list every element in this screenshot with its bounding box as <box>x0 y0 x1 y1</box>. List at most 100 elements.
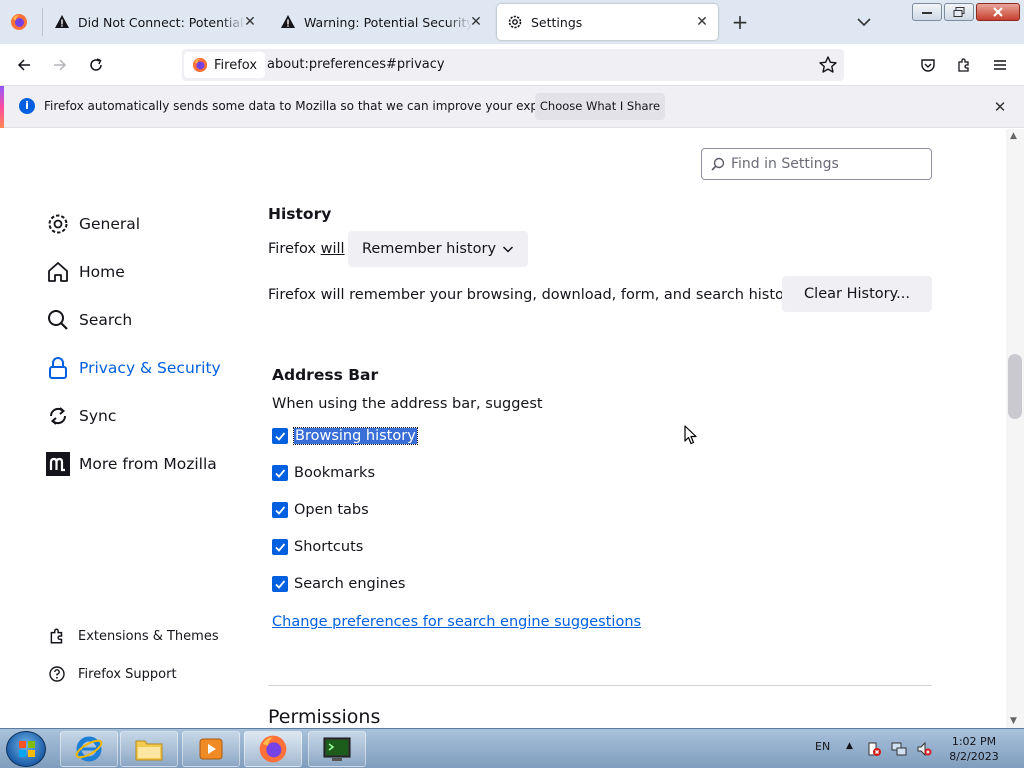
sync-icon <box>46 404 70 428</box>
history-description: Firefox will remember your browsing, dow… <box>268 287 802 303</box>
show-hidden-icons-icon[interactable]: ▲ <box>846 741 853 751</box>
taskbar-firefox[interactable] <box>244 731 302 767</box>
chevron-down-icon <box>503 246 514 253</box>
sidebar-item-label: Extensions & Themes <box>78 628 219 644</box>
network-icon[interactable] <box>891 741 907 757</box>
arrow-left-icon <box>17 59 30 71</box>
sidebar-item-label: General <box>79 215 141 233</box>
checkbox-browsing-history[interactable]: Browsing history <box>272 425 418 447</box>
taskbar-media-player[interactable] <box>182 731 240 767</box>
warning-icon <box>54 14 70 30</box>
checkbox-bookmarks[interactable]: Bookmarks <box>272 462 375 484</box>
taskbar-file-explorer[interactable] <box>120 731 178 767</box>
warning-icon <box>280 14 296 30</box>
scroll-up-icon[interactable]: ▲ <box>1010 131 1017 141</box>
taskbar-internet-explorer[interactable] <box>60 731 118 767</box>
start-button[interactable] <box>6 731 46 767</box>
sidebar-item-sync[interactable]: Sync <box>46 403 116 429</box>
url-bar[interactable]: Firefox about:preferences#privacy <box>182 49 844 81</box>
sidebar-item-search[interactable]: Search <box>46 307 132 333</box>
search-icon <box>46 308 70 332</box>
identity-label: Firefox <box>214 57 258 73</box>
tab-title: Warning: Potential Security Risk Ahead <box>304 14 472 30</box>
checkbox-open-tabs[interactable]: Open tabs <box>272 499 369 521</box>
navigation-toolbar: Firefox about:preferences#privacy <box>0 44 1024 86</box>
scrollbar-thumb[interactable] <box>1008 354 1022 419</box>
mouse-pointer-icon <box>684 425 697 445</box>
close-window-button[interactable] <box>976 3 1020 21</box>
address-bar-description: When using the address bar, suggest <box>272 396 543 412</box>
tab-settings[interactable]: Settings ✕ <box>497 4 718 40</box>
restore-button[interactable] <box>944 3 974 21</box>
page-scrollbar[interactable]: ▲ ▼ <box>1006 129 1024 728</box>
checkbox-label: Open tabs <box>294 502 369 518</box>
tab-warning-security-risk[interactable]: Warning: Potential Security Risk Ahead ✕ <box>270 4 492 40</box>
scroll-down-icon[interactable]: ▼ <box>1010 716 1017 726</box>
checkbox-checked-icon[interactable] <box>272 539 288 555</box>
lock-icon <box>46 356 70 380</box>
checkbox-checked-icon[interactable] <box>272 576 288 592</box>
data-collection-notification: i Firefox automatically sends some data … <box>0 86 1024 128</box>
media-player-icon <box>199 738 223 760</box>
firefox-icon <box>259 735 287 763</box>
taskbar: EN ▲ 1:02 PM 8/2/2023 <box>0 728 1024 768</box>
clear-history-button[interactable]: Clear History... <box>782 276 932 312</box>
identity-box[interactable]: Firefox <box>184 52 266 78</box>
chevron-down-icon[interactable] <box>855 13 873 31</box>
minimize-button[interactable] <box>912 3 942 21</box>
sidebar-item-label: More from Mozilla <box>79 455 217 473</box>
notification-accent <box>0 86 4 128</box>
checkbox-checked-icon[interactable] <box>272 502 288 518</box>
reload-button[interactable] <box>84 53 108 77</box>
checkbox-checked-icon[interactable] <box>272 465 288 481</box>
bookmark-star-icon[interactable] <box>818 55 838 75</box>
back-button[interactable] <box>12 53 36 77</box>
system-clock[interactable]: 1:02 PM 8/2/2023 <box>944 734 1004 764</box>
action-center-icon[interactable] <box>866 741 882 757</box>
firefox-menu-icon[interactable] <box>10 13 28 31</box>
sidebar-item-more-from-mozilla[interactable]: More from Mozilla <box>46 451 217 477</box>
gear-icon <box>507 14 523 30</box>
find-in-settings-input[interactable]: Find in Settings <box>701 148 932 180</box>
forward-button[interactable] <box>48 53 72 77</box>
sidebar-item-privacy-security[interactable]: Privacy & Security <box>46 355 221 381</box>
url-text[interactable]: about:preferences#privacy <box>267 57 445 72</box>
windows-logo-icon <box>19 741 35 757</box>
extensions-button[interactable] <box>952 53 976 77</box>
checkbox-checked-icon[interactable] <box>272 428 288 444</box>
file-explorer-icon <box>135 740 163 761</box>
sidebar-item-extensions-themes[interactable]: Extensions & Themes <box>48 626 219 646</box>
terminal-icon <box>323 737 351 761</box>
search-icon <box>711 157 725 171</box>
history-mode-value: Remember history <box>361 241 497 257</box>
checkbox-search-engines[interactable]: Search engines <box>272 573 405 595</box>
clock-time: 1:02 PM <box>951 735 997 748</box>
tab-did-not-connect[interactable]: Did Not Connect: Potential Security Issu… <box>44 4 266 40</box>
sidebar-item-label: Home <box>79 263 125 281</box>
sidebar-item-general[interactable]: General <box>46 211 140 237</box>
tab-separator <box>42 8 43 36</box>
history-mode-dropdown[interactable]: Remember history <box>348 231 528 267</box>
taskbar-terminal[interactable] <box>308 731 366 767</box>
volume-muted-icon[interactable] <box>916 741 932 757</box>
mozilla-icon <box>46 452 70 476</box>
app-menu-button[interactable] <box>988 53 1012 77</box>
choose-what-i-share-button[interactable]: Choose What I Share <box>535 93 665 120</box>
sidebar-item-home[interactable]: Home <box>46 259 125 285</box>
firefox-will-word: will <box>320 241 345 257</box>
search-suggestions-link[interactable]: Change preferences for search engine sug… <box>272 614 641 630</box>
new-tab-button[interactable]: + <box>729 11 751 33</box>
search-placeholder: Find in Settings <box>731 156 839 172</box>
close-tab-icon[interactable]: ✕ <box>468 14 484 30</box>
close-icon[interactable]: ✕ <box>992 99 1008 115</box>
puzzle-icon <box>958 58 969 72</box>
checkbox-shortcuts[interactable]: Shortcuts <box>272 536 363 558</box>
tab-title: Settings <box>531 14 583 30</box>
pocket-button[interactable] <box>916 53 940 77</box>
sidebar-item-label: Search <box>79 311 133 329</box>
language-indicator[interactable]: EN <box>815 740 830 753</box>
close-tab-icon[interactable]: ✕ <box>242 14 258 30</box>
sidebar-item-firefox-support[interactable]: Firefox Support <box>48 664 177 684</box>
close-tab-icon[interactable]: ✕ <box>694 14 710 30</box>
gear-icon <box>46 212 70 236</box>
